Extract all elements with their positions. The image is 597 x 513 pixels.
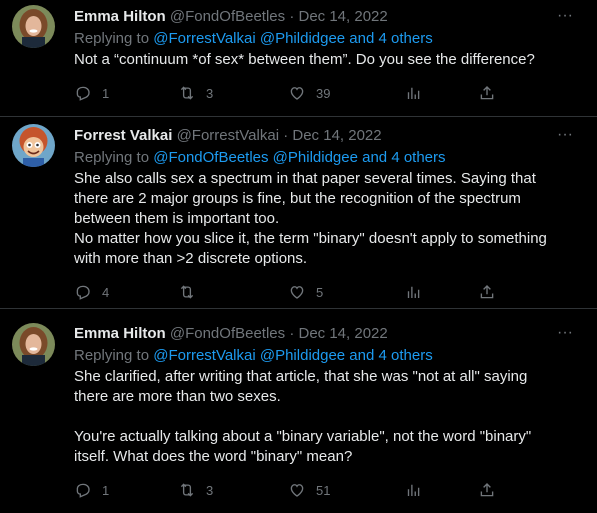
tweet-actions: 4 5 xyxy=(74,282,504,302)
tweet-header: Emma Hilton @FondOfBeetles · Dec 14, 202… xyxy=(74,8,388,26)
replying-prefix: Replying to xyxy=(74,149,150,166)
like-count: 51 xyxy=(316,482,331,498)
tweet-text: Not a “continuum *of sex* between them”.… xyxy=(74,51,535,68)
tweet-actions: 1 3 39 xyxy=(74,83,504,103)
like-button[interactable]: 51 xyxy=(288,480,330,500)
heart-icon xyxy=(288,481,306,499)
avatar[interactable] xyxy=(12,5,55,48)
replying-to: Replying to @ForrestValkai @Phildidgee a… xyxy=(74,30,433,48)
replying-links[interactable]: @FondOfBeetles @Phildidgee and 4 others xyxy=(153,149,445,166)
tweet-text: She also calls sex a spectrum in that pa… xyxy=(74,170,547,267)
reply-icon xyxy=(74,283,92,301)
tweet-text: She clarified, after writing that articl… xyxy=(74,368,532,465)
views-button[interactable] xyxy=(404,83,422,103)
avatar[interactable] xyxy=(12,124,55,167)
share-button[interactable] xyxy=(478,83,496,103)
views-icon xyxy=(404,283,422,301)
reply-button[interactable]: 1 xyxy=(74,480,109,500)
tweet-actions: 1 3 51 xyxy=(74,480,504,500)
author-handle[interactable]: @ForrestValkai xyxy=(177,127,279,144)
author-name[interactable]: Emma Hilton xyxy=(74,8,166,25)
reply-icon xyxy=(74,84,92,102)
author-name[interactable]: Forrest Valkai xyxy=(74,127,172,144)
views-icon xyxy=(404,84,422,102)
retweet-button[interactable]: 3 xyxy=(178,83,213,103)
retweet-count: 3 xyxy=(206,85,214,101)
views-icon xyxy=(404,481,422,499)
views-button[interactable] xyxy=(404,480,422,500)
more-options-icon[interactable]: ··· xyxy=(555,325,575,347)
author-handle[interactable]: @FondOfBeetles xyxy=(170,325,285,342)
tweet[interactable]: Emma Hilton @FondOfBeetles · Dec 14, 202… xyxy=(0,0,597,117)
share-icon xyxy=(478,481,496,499)
more-options-icon[interactable]: ··· xyxy=(555,127,575,149)
share-button[interactable] xyxy=(478,480,496,500)
reply-count: 4 xyxy=(102,284,110,300)
author-name[interactable]: Emma Hilton xyxy=(74,325,166,342)
replying-to: Replying to @FondOfBeetles @Phildidgee a… xyxy=(74,149,446,167)
avatar[interactable] xyxy=(12,323,55,366)
tweet-header: Forrest Valkai @ForrestValkai · Dec 14, … xyxy=(74,127,382,145)
reply-button[interactable]: 4 xyxy=(74,282,109,302)
heart-icon xyxy=(288,84,306,102)
replying-prefix: Replying to xyxy=(74,30,150,47)
reply-button[interactable]: 1 xyxy=(74,83,109,103)
reply-icon xyxy=(74,481,92,499)
reply-count: 1 xyxy=(102,85,110,101)
views-button[interactable] xyxy=(404,282,422,302)
tweet-date[interactable]: · Dec 14, 2022 xyxy=(289,8,387,25)
share-icon xyxy=(478,84,496,102)
retweet-icon xyxy=(178,481,196,499)
replying-links[interactable]: @ForrestValkai @Phildidgee and 4 others xyxy=(153,30,433,47)
tweet-date[interactable]: · Dec 14, 2022 xyxy=(289,325,387,342)
replying-to: Replying to @ForrestValkai @Phildidgee a… xyxy=(74,347,433,365)
share-button[interactable] xyxy=(478,282,496,302)
tweet[interactable]: Forrest Valkai @ForrestValkai · Dec 14, … xyxy=(0,117,597,309)
replying-prefix: Replying to xyxy=(74,347,150,364)
heart-icon xyxy=(288,283,306,301)
retweet-button[interactable]: 3 xyxy=(178,480,213,500)
retweet-icon xyxy=(178,283,196,301)
tweet[interactable]: Emma Hilton @FondOfBeetles · Dec 14, 202… xyxy=(0,309,597,513)
tweet-date[interactable]: · Dec 14, 2022 xyxy=(283,127,381,144)
reply-count: 1 xyxy=(102,482,110,498)
like-count: 5 xyxy=(316,284,324,300)
more-options-icon[interactable]: ··· xyxy=(555,8,575,30)
like-count: 39 xyxy=(316,85,331,101)
retweet-icon xyxy=(178,84,196,102)
retweet-count: 3 xyxy=(206,482,214,498)
like-button[interactable]: 39 xyxy=(288,83,330,103)
tweet-header: Emma Hilton @FondOfBeetles · Dec 14, 202… xyxy=(74,325,388,343)
share-icon xyxy=(478,283,496,301)
replying-links[interactable]: @ForrestValkai @Phildidgee and 4 others xyxy=(153,347,433,364)
like-button[interactable]: 5 xyxy=(288,282,323,302)
retweet-button[interactable] xyxy=(178,282,206,302)
author-handle[interactable]: @FondOfBeetles xyxy=(170,8,285,25)
